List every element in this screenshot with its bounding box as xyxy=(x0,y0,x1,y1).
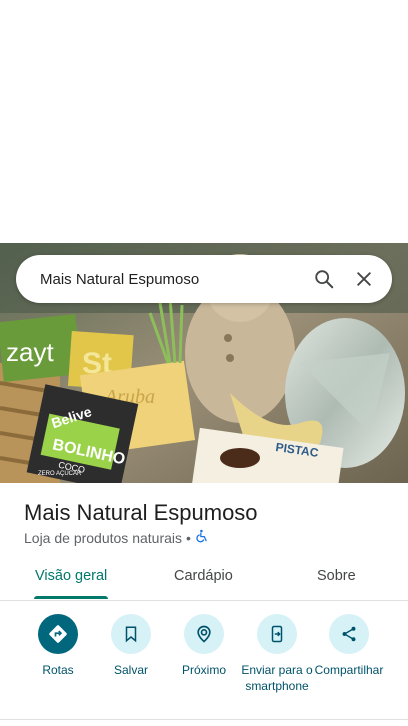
divider xyxy=(0,719,408,720)
share-icon xyxy=(329,614,369,654)
bookmark-icon xyxy=(111,614,151,654)
tab-menu[interactable]: Cardápio xyxy=(174,568,233,584)
tab-about[interactable]: Sobre xyxy=(317,568,356,584)
save-button[interactable]: Salvar xyxy=(91,614,171,678)
photo-label-zero: ZERO AÇÚCAR xyxy=(38,470,82,477)
send-to-phone-icon xyxy=(257,614,297,654)
map-area[interactable] xyxy=(0,0,408,243)
directions-icon xyxy=(38,614,78,654)
send-to-phone-button[interactable]: Enviar para o smartphone xyxy=(237,614,317,694)
action-buttons: Rotas Salvar Próximo Enviar para o smart… xyxy=(0,614,408,714)
place-category: Loja de produtos naturais xyxy=(24,529,182,546)
share-button[interactable]: Compartilhar xyxy=(309,614,389,678)
search-bar[interactable]: Mais Natural Espumoso xyxy=(16,255,392,303)
nearby-button[interactable]: Próximo xyxy=(164,614,244,678)
tab-bar: Visão geral Cardápio Sobre xyxy=(0,560,408,601)
search-icon[interactable] xyxy=(304,259,344,299)
wheelchair-icon xyxy=(195,529,209,546)
tab-overview[interactable]: Visão geral xyxy=(35,568,107,584)
photo-label-zayt: zayt xyxy=(6,337,54,367)
nearby-label: Próximo xyxy=(181,663,226,677)
separator: • xyxy=(186,529,191,546)
nearby-icon xyxy=(184,614,224,654)
send-to-phone-label: Enviar para o smartphone xyxy=(241,663,313,693)
search-input[interactable]: Mais Natural Espumoso xyxy=(40,271,304,288)
directions-button[interactable]: Rotas xyxy=(18,614,98,678)
place-title: Mais Natural Espumoso xyxy=(24,500,258,525)
close-icon[interactable] xyxy=(344,259,384,299)
active-tab-indicator xyxy=(34,596,108,599)
directions-label: Rotas xyxy=(42,663,74,677)
save-label: Salvar xyxy=(113,663,148,677)
share-label: Compartilhar xyxy=(314,663,384,677)
place-subtitle: Loja de produtos naturais • xyxy=(24,529,209,546)
